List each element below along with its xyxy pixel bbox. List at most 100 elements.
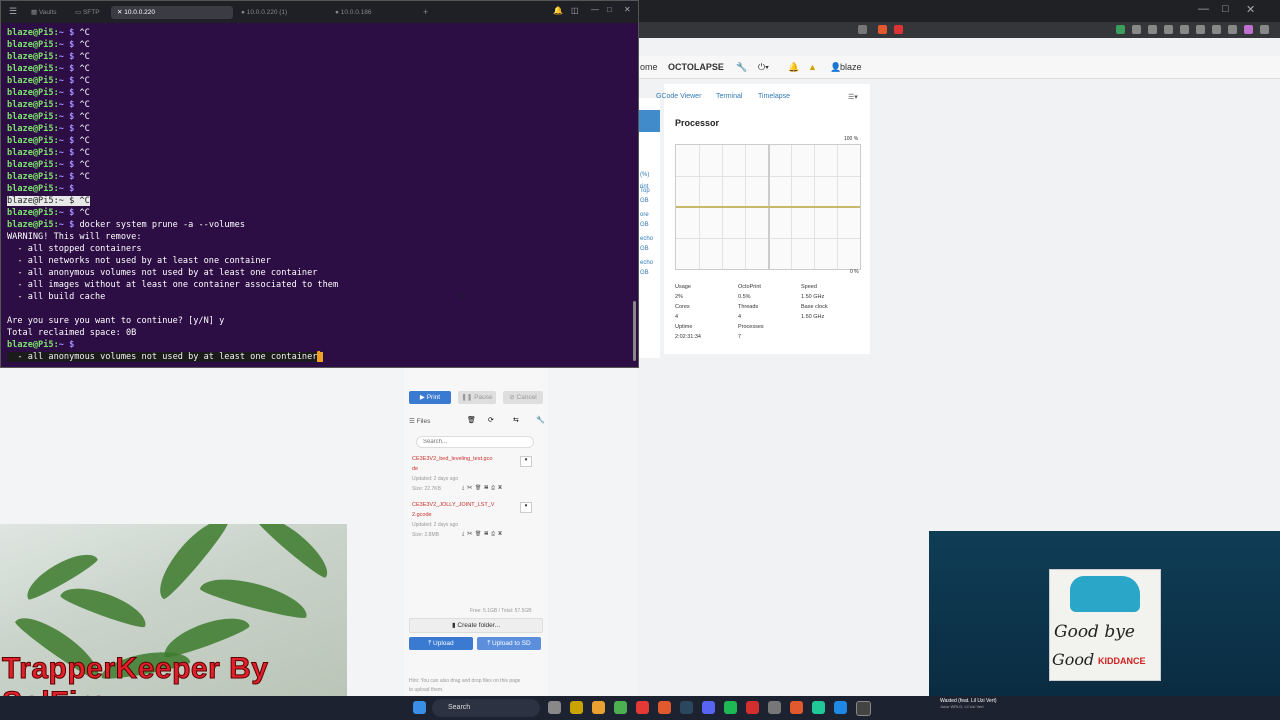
- file-actions[interactable]: ⤓✂🗑▤⎙▣: [462, 485, 505, 491]
- file-dropdown-icon[interactable]: ▾: [520, 502, 532, 513]
- wrench-icon[interactable]: 🔧: [736, 62, 747, 73]
- tab-sftp[interactable]: ▭ SFTP: [69, 6, 106, 19]
- extension-icon[interactable]: [1148, 25, 1157, 34]
- bell-icon[interactable]: 🔔: [553, 6, 563, 15]
- layout-icon[interactable]: ◫: [571, 6, 579, 15]
- create-folder-button[interactable]: ▮ Create folder...: [409, 618, 543, 633]
- close-icon[interactable]: ✕: [1246, 3, 1255, 16]
- steam-icon[interactable]: [680, 701, 693, 714]
- minimize-icon[interactable]: —: [591, 5, 599, 14]
- start-icon[interactable]: [413, 701, 426, 714]
- trash-icon[interactable]: 🗑: [467, 416, 476, 424]
- brave-icon[interactable]: [658, 701, 671, 714]
- power-icon[interactable]: ⏻▾: [758, 62, 769, 73]
- stat-label: Processes: [738, 324, 764, 330]
- processor-title: Processor: [675, 118, 720, 128]
- pause-button[interactable]: ❚❚ Pause: [458, 391, 496, 404]
- tab-gcode-viewer[interactable]: GCode Viewer: [656, 93, 701, 100]
- prompt-line: blaze@Pi5:~ $ docker system prune -a --v…: [7, 220, 246, 230]
- bell-icon[interactable]: 🔔: [788, 62, 799, 73]
- extension-icon[interactable]: [1196, 25, 1205, 34]
- discord-icon[interactable]: [702, 701, 715, 714]
- cpu-graph: [675, 144, 861, 270]
- extension-icon[interactable]: [1212, 25, 1221, 34]
- brave-rewards-icon[interactable]: [894, 25, 903, 34]
- file-name-link[interactable]: 2.gcode: [412, 512, 432, 518]
- extension-icon[interactable]: [1132, 25, 1141, 34]
- active-panel-tab[interactable]: [638, 110, 660, 132]
- files-search-input[interactable]: [416, 436, 534, 448]
- cancel-button[interactable]: ⊘ Cancel: [503, 391, 543, 404]
- warning-icon[interactable]: ▲: [808, 62, 817, 72]
- file-dropdown-icon[interactable]: ▾: [520, 456, 532, 467]
- maximize-icon[interactable]: □: [607, 5, 612, 14]
- app-icon[interactable]: [834, 701, 847, 714]
- terminal-window[interactable]: ☰ ▦ Vaults ▭ SFTP ✕ 10.0.0.220 ● 10.0.0.…: [0, 0, 639, 368]
- album-art-text: Good: [1052, 650, 1095, 669]
- settings-icon[interactable]: [768, 701, 781, 714]
- graph-max-label: 100 %: [844, 136, 859, 142]
- app-icon[interactable]: [746, 701, 759, 714]
- side-label: GB: [640, 222, 649, 228]
- stat-value: 1.50 GHz: [801, 294, 825, 300]
- prompt-line: blaze@Pi5:~ $ ^C: [7, 76, 90, 86]
- tab-vaults[interactable]: ▦ Vaults: [25, 6, 63, 19]
- extension-icon[interactable]: [1228, 25, 1237, 34]
- cpu-usage-line: [676, 206, 860, 208]
- autocomplete-suggestion[interactable]: - all anonymous volumes not used by at l…: [7, 352, 318, 362]
- app-icon[interactable]: [636, 701, 649, 714]
- chrome-icon[interactable]: [614, 701, 627, 714]
- app-icon[interactable]: [856, 701, 871, 716]
- prompt-line: blaze@Pi5:~ $ ^C: [7, 160, 90, 170]
- tab-terminal[interactable]: Terminal: [716, 93, 742, 100]
- file-name-link[interactable]: CE3E3V2_bed_leveling_test.gco: [412, 456, 492, 462]
- new-tab-button[interactable]: +: [417, 6, 434, 19]
- key-icon[interactable]: [858, 25, 867, 34]
- prompt-line: blaze@Pi5:~ $ ^C: [7, 88, 90, 98]
- hamburger-menu-icon[interactable]: ☰▾: [848, 93, 858, 101]
- prompt-line: blaze@Pi5:~ $ ^C: [7, 208, 90, 218]
- now-playing-widget: Good bye Good KIDDANCE: [929, 531, 1280, 706]
- brave-shield-icon[interactable]: [878, 25, 887, 34]
- user-menu[interactable]: blaze: [840, 62, 862, 72]
- refresh-icon[interactable]: ⟳: [488, 416, 494, 424]
- sort-icon[interactable]: ⇆: [513, 416, 519, 424]
- close-icon[interactable]: ✕: [624, 5, 631, 14]
- terminal-scrollbar[interactable]: [633, 301, 636, 361]
- tab-host-3[interactable]: ● 10.0.0.186: [329, 6, 377, 19]
- nav-home-link[interactable]: ome: [640, 62, 658, 72]
- task-view-icon[interactable]: [548, 701, 561, 714]
- prompt-line: blaze@Pi5:~ $ ^C: [7, 172, 90, 182]
- extension-icon[interactable]: [1116, 25, 1125, 34]
- taskbar-search[interactable]: Search: [432, 699, 540, 717]
- leo-icon[interactable]: [1244, 25, 1253, 34]
- file-name-link[interactable]: de: [412, 466, 418, 472]
- wrench-icon[interactable]: 🔧: [536, 416, 545, 424]
- nav-octolapse-link[interactable]: OCTOLAPSE: [668, 62, 724, 72]
- stat-label: Threads: [738, 304, 759, 310]
- file-name-link[interactable]: CE3E3V2_JOLLY_JOINT_LST_V: [412, 502, 494, 508]
- upload-sd-button[interactable]: ⤒ Upload to SD: [477, 637, 541, 650]
- tab-timelapse[interactable]: Timelapse: [758, 93, 790, 100]
- file-actions[interactable]: ⤓✂🗑▤⎙▣: [462, 531, 505, 537]
- stat-value: 4: [738, 314, 742, 320]
- terminal-output[interactable]: blaze@Pi5:~ $ ^C blaze@Pi5:~ $ ^C blaze@…: [7, 27, 635, 367]
- file-explorer-icon[interactable]: [570, 701, 583, 714]
- app-icon[interactable]: [812, 701, 825, 714]
- extension-icon[interactable]: [1180, 25, 1189, 34]
- file-size: Size: 2.8MB: [412, 532, 439, 538]
- brave-icon[interactable]: [790, 701, 803, 714]
- menu-icon[interactable]: [1260, 25, 1269, 34]
- app-icon[interactable]: [592, 701, 605, 714]
- spotify-icon[interactable]: [724, 701, 737, 714]
- graph-min-label: 0 %: [850, 269, 859, 275]
- tab-host-2[interactable]: ● 10.0.0.220 (1): [235, 6, 293, 19]
- print-button[interactable]: ▶ Print: [409, 391, 451, 404]
- maximize-icon[interactable]: □: [1222, 3, 1229, 15]
- tab-host-active[interactable]: ✕ 10.0.0.220: [111, 6, 233, 19]
- extension-icon[interactable]: [1164, 25, 1173, 34]
- menu-icon[interactable]: ☰: [9, 6, 17, 17]
- selected-text: blaze@Pi5:~ $ ^C: [7, 196, 90, 206]
- upload-button[interactable]: ⤒ Upload: [409, 637, 473, 650]
- minimize-icon[interactable]: —: [1198, 3, 1209, 15]
